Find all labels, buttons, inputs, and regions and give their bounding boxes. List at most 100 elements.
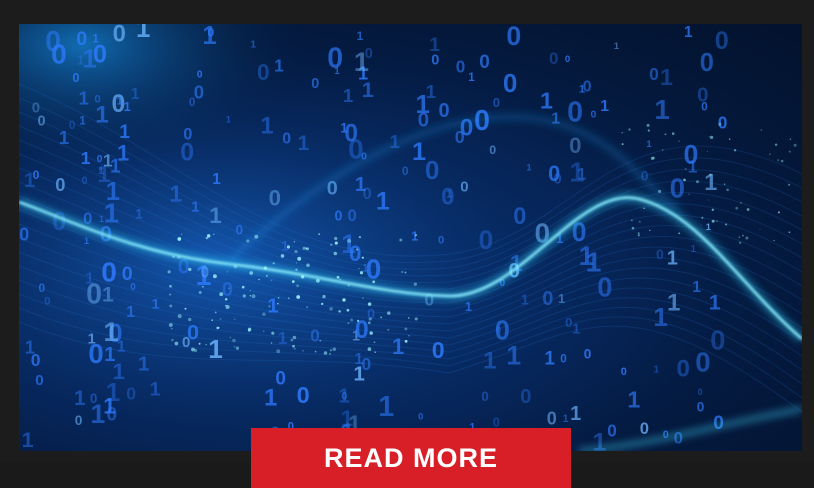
- svg-text:1: 1: [411, 230, 418, 244]
- svg-text:0: 0: [130, 282, 135, 293]
- svg-text:1: 1: [124, 99, 131, 114]
- svg-text:1: 1: [138, 352, 149, 375]
- svg-text:0: 0: [439, 100, 450, 122]
- svg-text:1: 1: [392, 334, 404, 359]
- svg-text:1: 1: [483, 348, 497, 375]
- svg-text:1: 1: [521, 293, 529, 309]
- svg-text:0: 0: [366, 253, 382, 285]
- svg-text:1: 1: [357, 29, 364, 43]
- card-frame: 1101100001101011110000011101110100101110…: [0, 0, 814, 488]
- svg-text:1: 1: [660, 64, 673, 90]
- svg-text:0: 0: [69, 118, 76, 132]
- svg-text:0: 0: [183, 126, 192, 144]
- svg-text:0: 0: [591, 109, 597, 121]
- svg-text:0: 0: [438, 235, 444, 247]
- svg-text:1: 1: [152, 297, 160, 313]
- svg-text:1: 1: [653, 364, 659, 375]
- svg-text:0: 0: [710, 324, 725, 355]
- svg-text:1: 1: [298, 132, 310, 155]
- svg-text:0: 0: [297, 382, 310, 408]
- svg-text:0: 0: [207, 26, 214, 40]
- svg-text:1: 1: [426, 82, 437, 103]
- read-more-button[interactable]: READ MORE: [251, 428, 571, 488]
- svg-text:0: 0: [697, 85, 708, 107]
- svg-text:0: 0: [481, 389, 489, 404]
- svg-text:1: 1: [79, 114, 86, 127]
- svg-text:1: 1: [191, 200, 199, 216]
- svg-text:0: 0: [597, 272, 612, 303]
- svg-text:1: 1: [646, 139, 652, 150]
- svg-text:0: 0: [257, 59, 270, 85]
- svg-text:1: 1: [84, 236, 90, 247]
- svg-text:1: 1: [104, 344, 115, 366]
- svg-text:0: 0: [88, 338, 103, 369]
- svg-text:0: 0: [107, 405, 118, 426]
- svg-text:1: 1: [82, 45, 96, 73]
- svg-text:1: 1: [540, 88, 553, 114]
- svg-text:0: 0: [19, 225, 29, 245]
- svg-text:0: 0: [275, 369, 286, 390]
- svg-text:0: 0: [640, 419, 649, 438]
- svg-text:1: 1: [250, 40, 256, 51]
- binary-wave-graphic: 1101100001101011110000011101110100101110…: [19, 24, 802, 451]
- svg-text:0: 0: [222, 279, 233, 301]
- svg-text:0: 0: [547, 408, 557, 428]
- svg-text:0: 0: [194, 82, 204, 103]
- svg-text:0: 0: [549, 49, 558, 68]
- svg-text:0: 0: [503, 68, 518, 98]
- svg-text:1: 1: [569, 156, 584, 187]
- svg-text:0: 0: [341, 391, 347, 403]
- svg-text:0: 0: [432, 337, 445, 363]
- svg-text:0: 0: [569, 133, 581, 158]
- svg-text:1: 1: [91, 399, 106, 429]
- svg-text:0: 0: [82, 175, 88, 187]
- svg-text:1: 1: [704, 169, 717, 195]
- svg-text:1: 1: [74, 387, 86, 410]
- svg-text:0: 0: [55, 174, 65, 195]
- svg-text:1: 1: [79, 88, 89, 109]
- svg-text:1: 1: [378, 390, 394, 422]
- svg-text:1: 1: [131, 86, 140, 103]
- svg-text:0: 0: [348, 206, 357, 225]
- svg-text:1: 1: [446, 188, 452, 200]
- svg-text:0: 0: [700, 49, 714, 77]
- svg-text:0: 0: [649, 65, 659, 84]
- svg-text:1: 1: [170, 180, 183, 206]
- svg-text:1: 1: [136, 24, 150, 43]
- svg-text:1: 1: [684, 24, 693, 41]
- hero-image: 1101100001101011110000011101110100101110…: [19, 24, 802, 451]
- svg-text:1: 1: [558, 291, 565, 306]
- svg-text:1: 1: [278, 328, 288, 348]
- svg-text:0: 0: [584, 346, 592, 361]
- svg-text:0: 0: [670, 172, 685, 203]
- svg-text:1: 1: [526, 162, 532, 173]
- svg-text:0: 0: [38, 113, 46, 129]
- svg-text:0: 0: [51, 37, 67, 69]
- svg-text:0: 0: [565, 315, 572, 330]
- svg-text:1: 1: [95, 101, 109, 128]
- svg-text:1: 1: [59, 128, 70, 149]
- svg-text:1: 1: [343, 85, 353, 106]
- svg-text:0: 0: [479, 225, 494, 255]
- svg-text:0: 0: [197, 70, 203, 81]
- svg-text:1: 1: [692, 279, 701, 296]
- svg-text:1: 1: [572, 321, 580, 337]
- svg-text:0: 0: [363, 185, 372, 203]
- svg-text:1: 1: [506, 341, 521, 371]
- svg-text:1: 1: [667, 247, 678, 269]
- svg-text:0: 0: [402, 164, 409, 178]
- svg-text:1: 1: [354, 46, 369, 77]
- svg-text:0: 0: [695, 347, 710, 378]
- svg-text:1: 1: [209, 203, 222, 228]
- svg-text:0: 0: [567, 97, 583, 129]
- svg-text:0: 0: [542, 288, 553, 310]
- svg-text:0: 0: [513, 204, 526, 230]
- svg-text:0: 0: [621, 366, 627, 378]
- svg-text:1: 1: [150, 378, 161, 400]
- svg-text:0: 0: [548, 161, 560, 186]
- svg-text:0: 0: [418, 411, 423, 422]
- svg-text:0: 0: [75, 413, 83, 428]
- svg-text:0: 0: [607, 422, 617, 441]
- svg-text:0: 0: [460, 179, 468, 196]
- svg-text:1: 1: [600, 98, 609, 115]
